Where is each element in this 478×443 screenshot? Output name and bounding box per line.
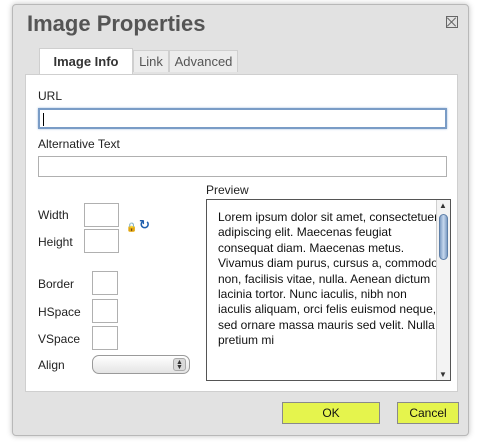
text-caret <box>43 113 44 126</box>
cancel-button[interactable]: Cancel <box>397 402 459 424</box>
vspace-input[interactable] <box>92 326 118 350</box>
width-label: Width <box>38 208 69 222</box>
lock-icon[interactable]: 🔒 <box>126 222 137 233</box>
preview-box: Lorem ipsum dolor sit amet, consectetuer… <box>206 199 451 381</box>
tab-link[interactable]: Link <box>133 50 169 72</box>
align-select[interactable]: ▲ ▼ <box>92 355 190 374</box>
scroll-down-icon[interactable]: ▼ <box>439 370 447 379</box>
preview-label: Preview <box>206 183 249 197</box>
close-icon[interactable] <box>446 16 458 28</box>
width-input[interactable] <box>84 203 119 227</box>
height-input[interactable] <box>84 229 119 253</box>
tab-image-info[interactable]: Image Info <box>39 48 133 74</box>
image-properties-dialog: Image Properties Image Info Link Advance… <box>12 4 469 436</box>
image-info-panel: URL Alternative Text Width Height 🔒 ↻ Bo… <box>25 74 458 392</box>
hspace-label: HSpace <box>38 305 81 319</box>
url-label: URL <box>38 89 63 103</box>
preview-text: Lorem ipsum dolor sit amet, consectetuer… <box>218 210 439 348</box>
hspace-input[interactable] <box>92 299 118 323</box>
border-label: Border <box>38 277 75 291</box>
tab-advanced[interactable]: Advanced <box>169 50 238 72</box>
vspace-label: VSpace <box>38 332 81 346</box>
scroll-thumb[interactable] <box>439 214 448 260</box>
height-label: Height <box>38 235 73 249</box>
reset-size-icon[interactable]: ↻ <box>139 217 150 233</box>
select-arrows-icon: ▲ ▼ <box>173 358 186 371</box>
preview-scrollbar[interactable]: ▲ ▼ <box>436 200 450 380</box>
alt-text-label: Alternative Text <box>38 137 120 151</box>
align-label: Align <box>38 358 65 372</box>
scroll-up-icon[interactable]: ▲ <box>439 201 447 210</box>
dialog-title: Image Properties <box>27 11 206 36</box>
ok-button[interactable]: OK <box>282 402 380 424</box>
border-input[interactable] <box>92 271 118 295</box>
alt-text-input[interactable] <box>38 156 447 177</box>
url-input[interactable] <box>38 108 447 129</box>
